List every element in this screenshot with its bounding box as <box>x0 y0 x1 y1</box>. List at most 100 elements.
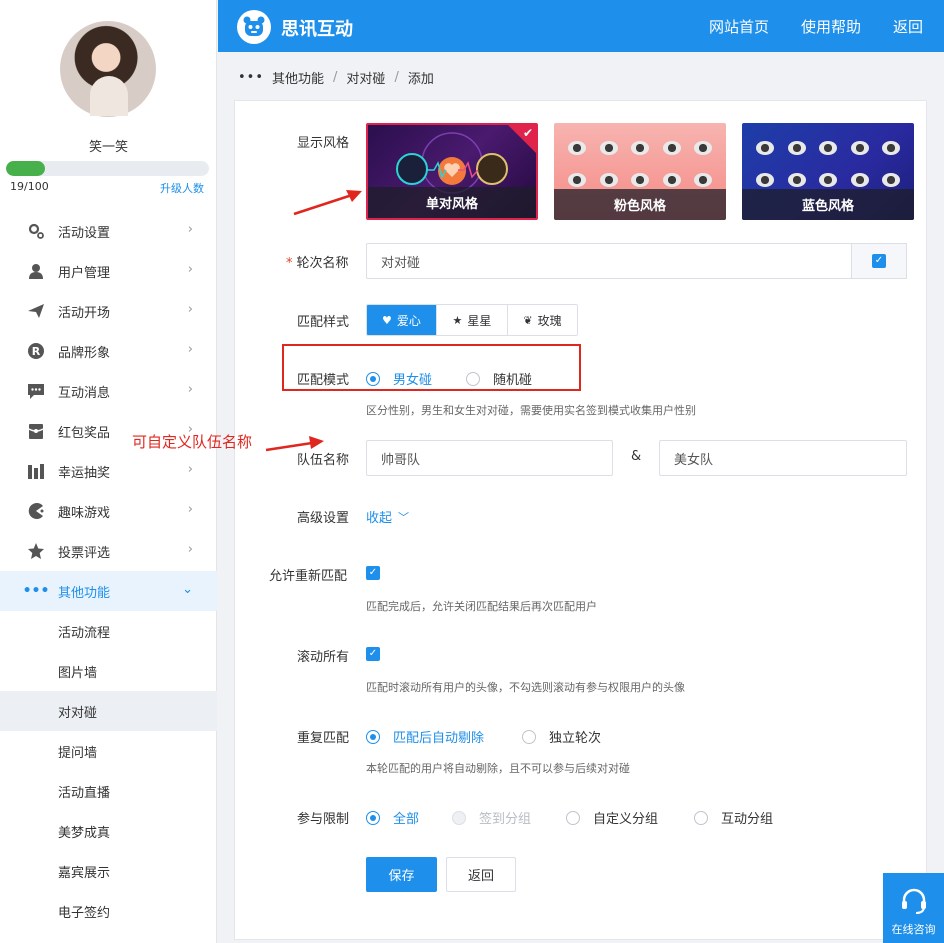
sidebar-subitem-dream-come-true[interactable]: 美梦成真 <box>0 811 217 851</box>
participation-all-radio[interactable]: 全部 <box>366 808 419 827</box>
annotation-text: 可自定义队伍名称 <box>132 433 253 451</box>
nav-help-link[interactable]: 使用帮助 <box>801 16 861 37</box>
allow-rematch-label: 允许重新匹配 <box>269 569 348 584</box>
breadcrumb-separator: / <box>333 70 338 85</box>
brand-name: 思讯互动 <box>281 19 353 40</box>
sidebar-subitem-e-signature[interactable]: 电子签约 <box>0 891 217 931</box>
breadcrumb-item-current: 添加 <box>407 72 434 87</box>
team-b-input[interactable]: 美女队 <box>659 440 907 476</box>
avatar-row <box>756 173 900 187</box>
sidebar-item-other-functions[interactable]: ••• 其他功能 ⌄ <box>0 571 217 611</box>
chevron-right-icon: › <box>187 382 193 397</box>
logo-icon <box>237 10 271 44</box>
segment-label: 玫瑰 <box>537 313 562 328</box>
sidebar-subitem-question-wall[interactable]: 提问墙 <box>0 731 217 771</box>
match-style-star[interactable]: ★ 星星 <box>437 305 508 335</box>
style-card-single[interactable]: ✔ 单对风格 <box>366 123 538 220</box>
sidebar-subitem-pair-match[interactable]: 对对碰 <box>0 691 217 731</box>
sidebar-item-voting[interactable]: 投票评选 › <box>0 531 217 571</box>
match-style-label: 匹配样式 <box>297 315 350 330</box>
quota-progress-fill <box>6 161 45 176</box>
breadcrumb-separator: / <box>394 70 399 85</box>
upgrade-link[interactable]: 升级人数 <box>160 180 204 196</box>
back-button[interactable]: 返回 <box>446 857 516 892</box>
style-card-caption: 单对风格 <box>368 187 536 218</box>
sidebar-item-activity-settings[interactable]: 活动设置 › <box>0 211 217 251</box>
collapse-label: 收起 <box>366 511 393 526</box>
top-header: 思讯互动 网站首页 使用帮助 返回 <box>218 0 944 52</box>
radio-dot <box>366 810 380 825</box>
svg-text:R: R <box>32 345 41 358</box>
sidebar: 笑一笑 19/100 升级人数 活动设置 › 用户管理 › 活动开场 › R 品… <box>0 0 217 943</box>
radio-dot <box>366 729 380 744</box>
scroll-all-checkbox[interactable]: ✓ <box>366 647 380 661</box>
rose-icon: ❦ <box>523 313 533 327</box>
nav-home-link[interactable]: 网站首页 <box>709 16 769 37</box>
allow-rematch-checkbox[interactable]: ✓ <box>366 566 380 580</box>
style-card-pink[interactable]: 粉色风格 <box>554 123 726 220</box>
chevron-down-icon: ⌄ <box>182 582 193 597</box>
sidebar-item-label: 用户管理 <box>58 265 111 281</box>
lottery-icon <box>26 461 46 481</box>
participation-custom-group-radio[interactable]: 自定义分组 <box>566 808 658 827</box>
repeat-match-independent-radio[interactable]: 独立轮次 <box>522 727 601 746</box>
sidebar-item-user-management[interactable]: 用户管理 › <box>0 251 217 291</box>
sidebar-item-label: 投票评选 <box>58 545 111 561</box>
chevron-right-icon: › <box>187 342 193 357</box>
more-icon: ••• <box>22 583 50 599</box>
nav-back-link[interactable]: 返回 <box>893 16 923 37</box>
chevron-right-icon: › <box>187 262 193 277</box>
online-consult-button[interactable]: 在线咨询 <box>883 873 944 943</box>
radio-label: 全部 <box>393 812 420 827</box>
save-button[interactable]: 保存 <box>366 857 437 892</box>
chevron-right-icon: › <box>187 462 193 477</box>
sidebar-item-activity-opening[interactable]: 活动开场 › <box>0 291 217 331</box>
sidebar-item-lucky-draw[interactable]: 幸运抽奖 › <box>0 451 217 491</box>
round-name-checkbox-addon[interactable]: ✓ <box>851 243 907 279</box>
style-card-blue[interactable]: 蓝色风格 <box>742 123 914 220</box>
consult-label: 在线咨询 <box>891 923 936 936</box>
breadcrumb: ••• 其他功能 / 对对碰 / 添加 <box>238 68 434 87</box>
radio-label: 独立轮次 <box>549 731 602 746</box>
match-style-rose[interactable]: ❦ 玫瑰 <box>508 305 577 335</box>
quota-progress-bar <box>6 161 209 176</box>
radio-dot <box>694 810 708 825</box>
sidebar-item-brand-image[interactable]: R 品牌形象 › <box>0 331 217 371</box>
form-panel: 显示风格 ✔ 单对风格 粉色风格 蓝色风格 * 轮次名称 对对碰 ✓ 匹配样式 … <box>234 100 927 940</box>
sidebar-item-interactive-messages[interactable]: 互动消息 › <box>0 371 217 411</box>
sidebar-subitem-activity-flow[interactable]: 活动流程 <box>0 611 217 651</box>
avatar-row <box>756 141 900 155</box>
match-style-heart[interactable]: ♥ 爱心 <box>367 305 437 335</box>
collapse-toggle[interactable]: 收起 ﹀ <box>366 507 410 527</box>
round-name-label: * 轮次名称 <box>286 252 349 271</box>
chevron-right-icon: › <box>187 542 193 557</box>
round-name-label-text: 轮次名称 <box>296 256 349 271</box>
repeat-match-auto-remove-radio[interactable]: 匹配后自动剔除 <box>366 727 484 746</box>
gear-icon <box>26 221 46 241</box>
avatar-row <box>568 141 712 155</box>
breadcrumb-item[interactable]: 对对碰 <box>346 68 385 87</box>
sidebar-item-fun-games[interactable]: 趣味游戏 › <box>0 491 217 531</box>
paper-plane-icon <box>26 301 46 321</box>
style-card-caption: 蓝色风格 <box>742 189 914 220</box>
chevron-down-icon: ﹀ <box>398 510 410 524</box>
avatar[interactable] <box>60 21 156 117</box>
sidebar-subitem-guest-showcase[interactable]: 嘉宾展示 <box>0 851 217 891</box>
sidebar-subitem-live-stream[interactable]: 活动直播 <box>0 771 217 811</box>
round-name-input[interactable]: 对对碰 <box>366 243 852 279</box>
breadcrumb-item[interactable]: 其他功能 <box>272 68 324 87</box>
sidebar-item-label: 趣味游戏 <box>58 505 111 521</box>
username: 笑一笑 <box>88 140 128 155</box>
participation-label: 参与限制 <box>297 812 350 827</box>
chat-icon <box>26 381 46 401</box>
participation-interactive-group-radio[interactable]: 互动分组 <box>694 808 773 827</box>
chevron-right-icon: › <box>187 302 193 317</box>
radio-label: 签到分组 <box>479 812 532 827</box>
sidebar-subitem-picture-wall[interactable]: 图片墙 <box>0 651 217 691</box>
checkbox-checked-icon: ✓ <box>872 254 886 268</box>
advanced-settings-label: 高级设置 <box>297 511 350 526</box>
team-separator: & <box>631 449 642 464</box>
star-icon: ★ <box>452 313 463 327</box>
chevron-right-icon: › <box>187 222 193 237</box>
team-a-input[interactable]: 帅哥队 <box>366 440 613 476</box>
